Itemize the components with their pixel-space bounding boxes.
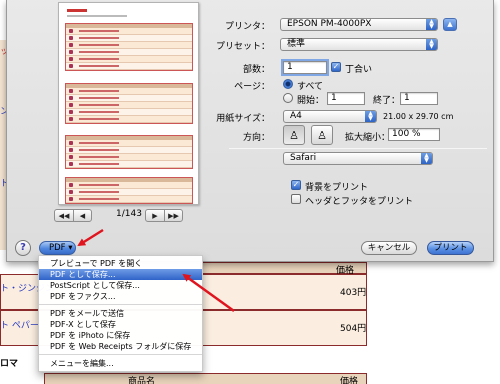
- preset-label: プリセット：: [215, 42, 270, 52]
- paper-size-popup[interactable]: A4 ▲ ▼: [283, 110, 377, 123]
- pages-from-label: 開始：: [297, 96, 325, 106]
- preview-nav-forward-group: ▶ ▶▶: [145, 209, 183, 222]
- preview-table: [65, 83, 193, 124]
- menu-item-save-as-pdfx[interactable]: PDF-X として保存: [39, 319, 202, 330]
- print-headers-footers-label: ヘッダとフッタをプリント: [305, 197, 414, 207]
- section-popup[interactable]: Safari ▲ ▼: [283, 152, 433, 165]
- collate-checkbox[interactable]: ✓: [331, 62, 341, 72]
- menu-item-mail-pdf[interactable]: PDF をメールで送信: [39, 308, 202, 319]
- help-button[interactable]: ?: [15, 240, 31, 256]
- menu-item-save-as-pdf[interactable]: PDF として保存...: [39, 269, 202, 280]
- menu-item-save-to-web-receipts[interactable]: PDF を Web Receipts フォルダに保存: [39, 341, 202, 352]
- popup-arrows-icon: ▲ ▼: [426, 19, 437, 30]
- next-page-button[interactable]: ▶: [146, 210, 164, 221]
- popup-arrows-icon: ▲ ▼: [426, 39, 437, 50]
- print-headers-footers-checkbox[interactable]: [291, 194, 301, 204]
- pages-label: ページ：: [234, 82, 270, 92]
- pages-to-label: 終了：: [373, 96, 401, 106]
- menu-separator: [39, 354, 202, 355]
- portrait-orientation-button[interactable]: ♙: [283, 125, 305, 145]
- popup-arrows-icon: ▲ ▼: [365, 111, 376, 122]
- preset-value: 標準: [287, 39, 306, 49]
- printer-label: プリンタ：: [224, 22, 270, 32]
- background-table-header: [44, 373, 367, 384]
- print-backgrounds-label: 背景をプリント: [305, 183, 369, 193]
- expand-sheet-button[interactable]: ▲: [443, 18, 457, 31]
- landscape-orientation-button[interactable]: ♙: [311, 125, 333, 145]
- menu-item-save-to-iphoto[interactable]: PDF を iPhoto に保存: [39, 330, 202, 341]
- pdf-button[interactable]: PDF ▾: [39, 241, 76, 255]
- separator: [229, 148, 487, 149]
- collate-label: 丁合い: [345, 65, 373, 75]
- background-product-link[interactable]: ト ペパー: [0, 318, 39, 331]
- menu-item-open-in-preview[interactable]: プレビューで PDF を開く: [39, 258, 202, 269]
- background-price: 403円: [340, 288, 367, 298]
- landscape-person-icon: ♙: [317, 128, 327, 142]
- page-indicator: 1/143: [116, 209, 142, 219]
- background-price-header: 価格: [340, 377, 359, 384]
- pdf-menu: プレビューで PDF を開く PDF として保存... PostScript と…: [38, 255, 203, 372]
- printer-value: EPSON PM-4000PX: [287, 19, 372, 29]
- menu-item-edit-menu[interactable]: メニューを編集...: [39, 358, 202, 369]
- pages-to-field[interactable]: 1: [400, 92, 438, 105]
- paper-size-label: 用紙サイズ：: [216, 114, 270, 124]
- preview-nav-back-group: ◀◀ ◀: [54, 209, 92, 222]
- scale-field[interactable]: 100 %: [388, 128, 440, 141]
- menu-item-save-as-postscript[interactable]: PostScript として保存...: [39, 280, 202, 291]
- preview-table: [65, 135, 193, 169]
- pages-all-label: すべて: [297, 82, 324, 92]
- previous-page-button[interactable]: ◀: [73, 210, 91, 221]
- preset-popup[interactable]: 標準 ▲ ▼: [280, 38, 438, 51]
- cancel-button[interactable]: キャンセル: [361, 241, 417, 255]
- menu-separator: [39, 304, 202, 305]
- paper-size-value: A4: [290, 111, 302, 121]
- copies-field[interactable]: 1: [281, 59, 329, 76]
- pages-range-radio[interactable]: [283, 93, 293, 103]
- background-price: 504円: [340, 324, 367, 334]
- portrait-person-icon: ♙: [289, 128, 299, 142]
- print-button[interactable]: プリント: [427, 241, 474, 255]
- menu-item-fax-pdf[interactable]: PDF をファクス...: [39, 291, 202, 302]
- preview-table: [65, 23, 193, 71]
- preview-page-title-mark: [67, 9, 87, 12]
- pages-all-radio[interactable]: [283, 79, 293, 89]
- background-column-header: 商品名: [128, 377, 156, 384]
- preview-table: [65, 177, 193, 204]
- print-sheet: ◀◀ ◀ 1/143 ▶ ▶▶ プリンタ： EPSON PM-4000PX ▲ ▼…: [6, 0, 494, 262]
- copies-label: 部数：: [242, 65, 270, 75]
- pages-from-field[interactable]: 1: [327, 92, 365, 105]
- paper-size-dimensions: 21.00 x 29.70 cm: [383, 112, 454, 121]
- printer-popup[interactable]: EPSON PM-4000PX ▲ ▼: [280, 18, 438, 31]
- last-page-button[interactable]: ▶▶: [164, 210, 182, 221]
- print-backgrounds-checkbox[interactable]: ✓: [291, 180, 301, 190]
- scale-label: 拡大縮小：: [345, 133, 391, 143]
- popup-arrows-icon: ▲ ▼: [421, 153, 432, 164]
- section-value: Safari: [290, 153, 317, 163]
- first-page-button[interactable]: ◀◀: [55, 210, 73, 221]
- orientation-label: 方向：: [242, 133, 270, 143]
- background-section-label: ロマ: [0, 359, 19, 369]
- print-preview-thumbnail: [58, 2, 199, 205]
- preview-page-subtitle-mark: [67, 15, 127, 17]
